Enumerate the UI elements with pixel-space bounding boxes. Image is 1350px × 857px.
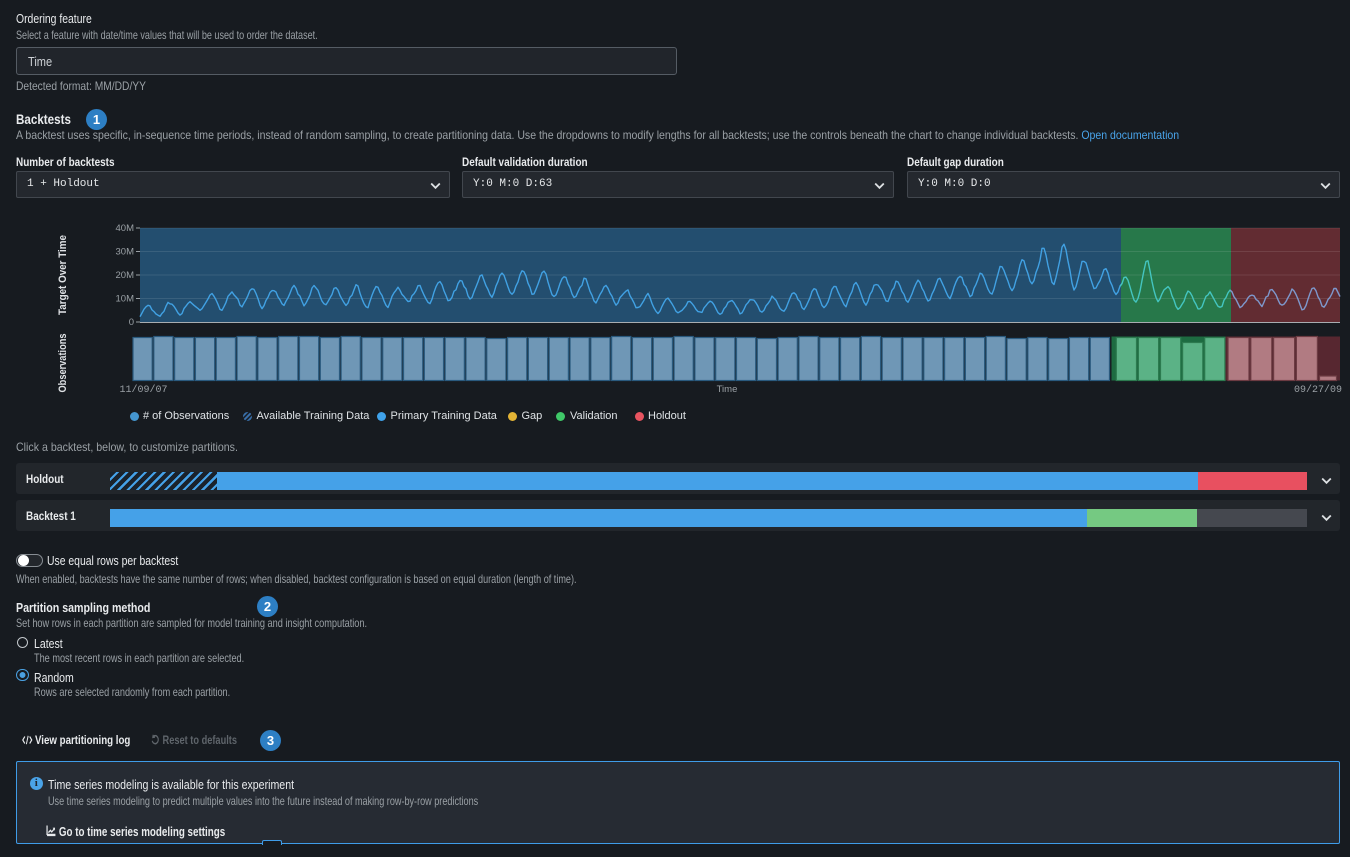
svg-text:10M: 10M <box>116 294 135 305</box>
svg-text:Time: Time <box>717 384 738 395</box>
svg-text:30M: 30M <box>116 247 135 258</box>
svg-text:09/27/09: 09/27/09 <box>1294 384 1342 396</box>
svg-text:11/09/07: 11/09/07 <box>119 384 167 396</box>
svg-text:Target Over Time: Target Over Time <box>57 235 69 315</box>
svg-text:Observations: Observations <box>57 334 69 393</box>
svg-text:20M: 20M <box>116 270 135 281</box>
svg-text:0: 0 <box>129 317 134 328</box>
svg-text:40M: 40M <box>116 223 135 234</box>
